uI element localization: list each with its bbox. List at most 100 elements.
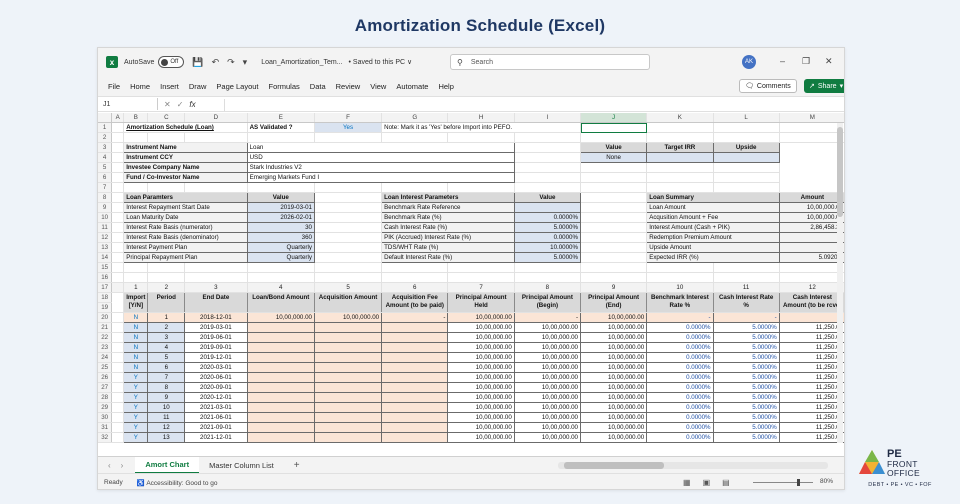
instrument-value[interactable]: Emerging Markets Fund I bbox=[246, 172, 515, 183]
empty-cell[interactable] bbox=[514, 142, 582, 153]
zoom-slider-knob[interactable] bbox=[797, 479, 800, 486]
empty-cell[interactable] bbox=[247, 132, 315, 143]
schedule-amt[interactable]: 11,250.00 bbox=[778, 342, 844, 353]
schedule-begin[interactable]: 10,00,000.00 bbox=[513, 392, 582, 403]
empty-cell[interactable] bbox=[111, 212, 125, 223]
loan-param-label[interactable]: Interest Rate Basis (denominator) bbox=[123, 232, 248, 243]
select-all-corner[interactable] bbox=[98, 113, 113, 123]
schedule-amt[interactable]: 11,250.00 bbox=[778, 392, 844, 403]
empty-cell[interactable] bbox=[646, 162, 714, 173]
zoom-slider[interactable] bbox=[753, 479, 813, 486]
table-header[interactable]: Cash Interest Rate % bbox=[713, 292, 780, 313]
empty-cell[interactable] bbox=[184, 132, 248, 143]
value-box-header[interactable]: Value bbox=[579, 142, 648, 153]
schedule-loan[interactable] bbox=[246, 332, 315, 343]
empty-cell[interactable] bbox=[111, 252, 125, 263]
schedule-end[interactable]: 10,00,000.00 bbox=[579, 382, 648, 393]
schedule-begin[interactable]: 10,00,000.00 bbox=[513, 372, 582, 383]
row-header[interactable]: 28 bbox=[98, 392, 113, 403]
tab-amort-chart[interactable]: Amort Chart bbox=[135, 456, 200, 474]
row-header[interactable]: 30 bbox=[98, 412, 113, 423]
schedule-date[interactable]: 2020-09-01 bbox=[184, 382, 248, 393]
schedule-imp[interactable]: N bbox=[123, 352, 149, 363]
schedule-acq[interactable] bbox=[313, 362, 383, 373]
table-header[interactable]: End Date bbox=[184, 292, 248, 313]
schedule-loan[interactable] bbox=[246, 382, 315, 393]
menu-file[interactable]: File bbox=[108, 82, 120, 91]
instrument-value[interactable]: Stark Industries V2 bbox=[246, 162, 515, 173]
empty-cell[interactable] bbox=[111, 362, 125, 373]
schedule-cash[interactable]: 5.0000% bbox=[712, 382, 780, 393]
schedule-cash[interactable]: 5.0000% bbox=[712, 322, 780, 333]
schedule-fee[interactable] bbox=[381, 392, 449, 403]
empty-cell[interactable] bbox=[314, 272, 383, 283]
schedule-date[interactable]: 2020-06-01 bbox=[184, 372, 248, 383]
empty-cell[interactable] bbox=[111, 152, 125, 163]
empty-cell[interactable] bbox=[111, 372, 125, 383]
schedule-held[interactable]: 10,00,000.00 bbox=[447, 352, 515, 363]
schedule-fee[interactable] bbox=[381, 412, 449, 423]
empty-cell[interactable] bbox=[713, 132, 780, 143]
row-header[interactable]: 10 bbox=[98, 212, 113, 223]
schedule-period[interactable]: 10 bbox=[147, 402, 186, 413]
loan-param-label[interactable]: Interest Payment Plan bbox=[123, 242, 248, 253]
schedule-imp[interactable]: N bbox=[123, 342, 149, 353]
schedule-cash[interactable]: 5.0000% bbox=[712, 392, 780, 403]
schedule-fee[interactable]: - bbox=[381, 312, 449, 323]
empty-cell[interactable] bbox=[580, 182, 648, 193]
table-header[interactable]: Benchmark Interest Rate % bbox=[646, 292, 714, 313]
summary-value[interactable]: 2,86,458.33 bbox=[778, 222, 844, 233]
table-header[interactable]: Loan/Bond Amount bbox=[247, 292, 315, 313]
schedule-imp[interactable]: Y bbox=[123, 412, 149, 423]
schedule-imp[interactable]: Y bbox=[123, 392, 149, 403]
empty-cell[interactable] bbox=[111, 312, 125, 323]
schedule-loan[interactable] bbox=[246, 362, 315, 373]
schedule-bench[interactable]: 0.0000% bbox=[646, 422, 714, 433]
schedule-held[interactable]: 10,00,000.00 bbox=[447, 402, 515, 413]
column-header-i[interactable]: I bbox=[514, 113, 582, 123]
schedule-acq[interactable] bbox=[313, 332, 383, 343]
row-header[interactable]: 26 bbox=[98, 372, 113, 383]
sheet-title[interactable]: Amortization Schedule (Loan) bbox=[123, 122, 248, 133]
empty-cell[interactable] bbox=[111, 332, 125, 343]
summary-label[interactable]: Interest Amount (Cash + PIK) bbox=[646, 222, 780, 233]
schedule-cash[interactable]: 5.0000% bbox=[712, 402, 780, 413]
schedule-imp[interactable]: Y bbox=[123, 382, 149, 393]
table-header[interactable]: Principal Amount (Begin) bbox=[514, 292, 582, 313]
validated-label[interactable]: AS Validated ? bbox=[247, 122, 315, 133]
undo-icon[interactable]: ↶ bbox=[212, 57, 220, 68]
empty-cell[interactable] bbox=[111, 342, 125, 353]
schedule-imp[interactable]: N bbox=[123, 312, 149, 323]
schedule-acq[interactable] bbox=[313, 322, 383, 333]
save-icon[interactable]: 💾 bbox=[192, 57, 203, 68]
empty-cell[interactable] bbox=[580, 262, 648, 273]
schedule-date[interactable]: 2020-12-01 bbox=[184, 392, 248, 403]
formula-input[interactable] bbox=[224, 99, 834, 111]
empty-cell[interactable] bbox=[111, 392, 125, 403]
schedule-date[interactable]: 2019-09-01 bbox=[184, 342, 248, 353]
empty-cell[interactable] bbox=[111, 232, 125, 243]
schedule-date[interactable]: 2020-03-01 bbox=[184, 362, 248, 373]
schedule-end[interactable]: 10,00,000.00 bbox=[579, 362, 648, 373]
empty-cell[interactable] bbox=[314, 222, 383, 233]
interest-param-value[interactable]: 5.0000% bbox=[513, 252, 582, 263]
schedule-loan[interactable] bbox=[246, 352, 315, 363]
schedule-cash[interactable]: 5.0000% bbox=[712, 422, 780, 433]
empty-cell[interactable] bbox=[713, 272, 780, 283]
empty-cell[interactable] bbox=[314, 182, 383, 193]
schedule-loan[interactable] bbox=[246, 412, 315, 423]
loan-param-label[interactable]: Interest Rate Basis (numerator) bbox=[123, 222, 248, 233]
schedule-fee[interactable] bbox=[381, 342, 449, 353]
schedule-imp[interactable]: N bbox=[123, 322, 149, 333]
menu-page-layout[interactable]: Page Layout bbox=[216, 82, 258, 91]
schedule-period[interactable]: 6 bbox=[147, 362, 186, 373]
schedule-fee[interactable] bbox=[381, 362, 449, 373]
schedule-begin[interactable]: 10,00,000.00 bbox=[513, 362, 582, 373]
empty-cell[interactable] bbox=[646, 132, 714, 143]
empty-cell[interactable] bbox=[314, 242, 383, 253]
empty-cell[interactable] bbox=[111, 402, 125, 413]
schedule-begin[interactable]: 10,00,000.00 bbox=[513, 432, 582, 443]
summary-value[interactable]: - bbox=[778, 242, 844, 253]
schedule-end[interactable]: 10,00,000.00 bbox=[579, 422, 648, 433]
loan-param-value[interactable]: 2026-02-01 bbox=[246, 212, 315, 223]
